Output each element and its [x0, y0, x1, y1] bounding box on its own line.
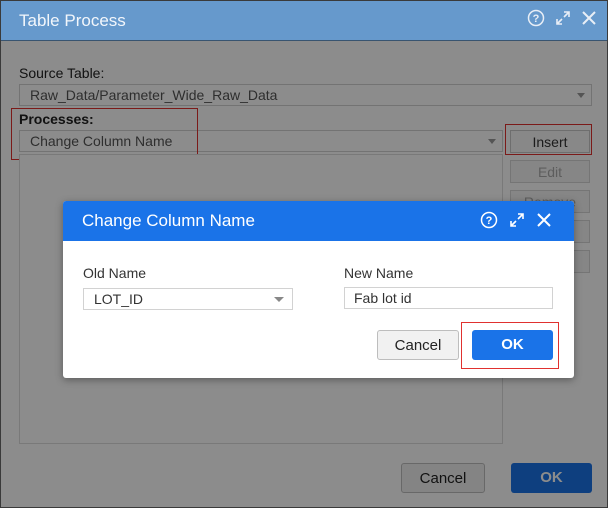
close-icon[interactable]	[581, 10, 597, 26]
close-icon[interactable]	[536, 212, 552, 228]
old-name-label: Old Name	[83, 265, 147, 281]
window-title-bar: Table Process ?	[1, 1, 607, 41]
chevron-down-icon	[274, 297, 284, 302]
change-column-name-dialog: Change Column Name ? Old Name LOT_ID New…	[63, 201, 574, 378]
expand-icon[interactable]	[555, 10, 571, 26]
help-icon[interactable]: ?	[480, 211, 498, 229]
dialog-ok-button[interactable]: OK	[472, 330, 553, 360]
dialog-title-bar: Change Column Name ?	[63, 201, 574, 241]
new-name-label: New Name	[344, 265, 414, 281]
svg-text:?: ?	[486, 215, 493, 227]
window-title: Table Process	[19, 11, 126, 30]
new-name-value: Fab lot id	[354, 290, 412, 306]
help-icon[interactable]: ?	[527, 9, 545, 27]
dialog-title: Change Column Name	[82, 211, 255, 230]
old-name-select[interactable]: LOT_ID	[83, 288, 293, 310]
old-name-value: LOT_ID	[94, 291, 144, 307]
expand-icon[interactable]	[509, 212, 525, 228]
dialog-cancel-button[interactable]: Cancel	[377, 330, 459, 360]
svg-text:?: ?	[533, 13, 540, 25]
new-name-input[interactable]: Fab lot id	[344, 287, 553, 309]
